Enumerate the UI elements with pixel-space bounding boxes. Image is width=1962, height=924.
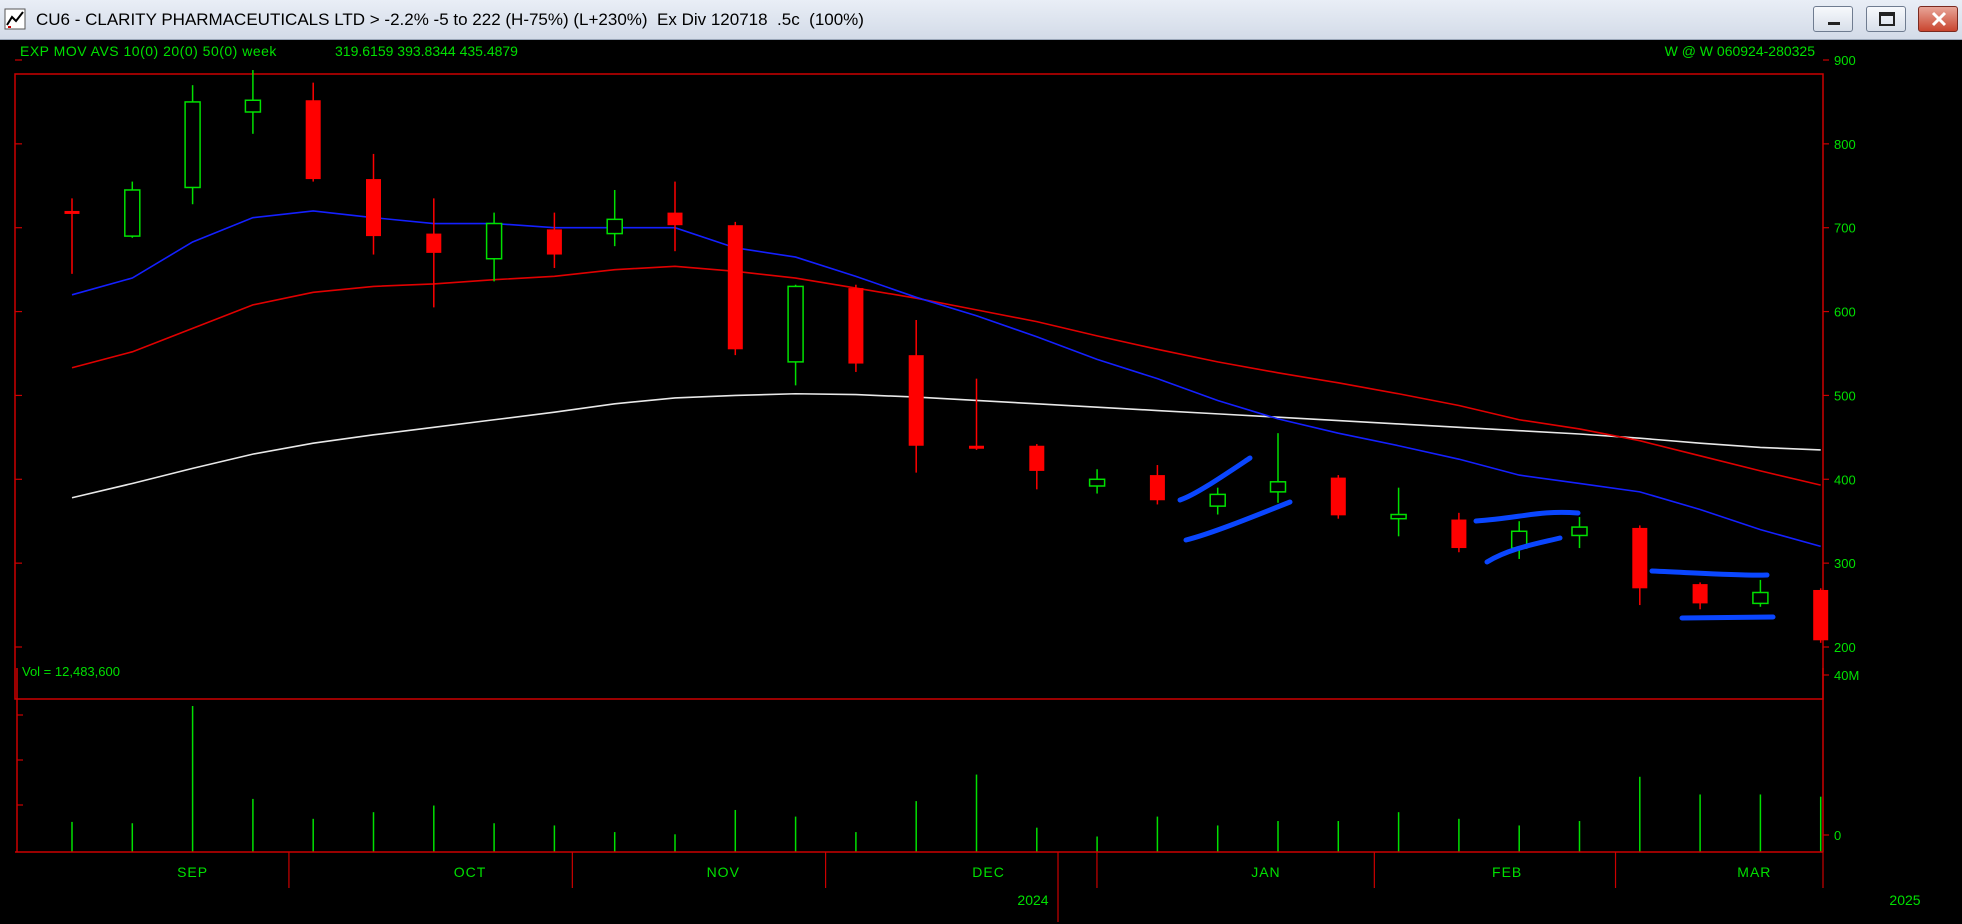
candle-body-down — [969, 445, 984, 449]
candle-body-down — [1451, 519, 1467, 549]
price-tick-label: 500 — [1834, 388, 1856, 403]
price-tick-label: 800 — [1834, 137, 1856, 152]
candle-body-down — [1692, 584, 1708, 604]
month-label: OCT — [454, 864, 487, 880]
month-label: DEC — [972, 864, 1005, 880]
candle-body-down — [727, 225, 743, 350]
minimize-button[interactable] — [1813, 6, 1853, 32]
trend-annotations — [1177, 455, 1776, 621]
app-chart-icon — [4, 8, 26, 30]
ema10-line — [71, 210, 1821, 548]
maximize-button[interactable] — [1866, 6, 1906, 32]
candlesticks — [64, 70, 1829, 643]
price-axis: 900 800 700 600 500 400 300 200 — [1823, 53, 1856, 655]
volume-tick-label: 0 — [1834, 828, 1841, 843]
candle-body-up — [787, 285, 804, 363]
volume-tick-label: 40M — [1834, 668, 1859, 683]
indicator-label: EXP MOV AVS 10(0) 20(0) 50(0) week — [20, 43, 277, 59]
month-label: SEP — [177, 864, 208, 880]
annotation-mar-upper — [1649, 568, 1770, 578]
price-tick-label: 400 — [1834, 472, 1856, 487]
maximize-icon — [1879, 12, 1895, 26]
candle-body-up — [1752, 591, 1769, 605]
candle-body-down — [1029, 445, 1045, 471]
window-titlebar: CU6 - CLARITY PHARMACEUTICALS LTD > -2.2… — [0, 0, 1962, 40]
candle-body-down — [366, 179, 381, 237]
close-button[interactable] — [1918, 6, 1958, 32]
price-tick-label: 200 — [1834, 640, 1856, 655]
price-tick-label: 900 — [1834, 53, 1856, 68]
candle-body-up — [1571, 526, 1588, 537]
price-tick-label: 700 — [1834, 221, 1856, 236]
volume-bars — [71, 705, 1822, 852]
ema20-line — [71, 265, 1821, 486]
candle-body-down — [1813, 589, 1829, 641]
candle-body-down — [667, 212, 683, 226]
candle-body-up — [244, 99, 262, 113]
candle-body-up — [485, 222, 503, 260]
candle-body-up — [606, 218, 623, 235]
candle-body-down — [426, 233, 442, 253]
price-tick-label: 300 — [1834, 556, 1856, 571]
month-label: JAN — [1251, 864, 1280, 880]
close-icon — [1931, 11, 1947, 27]
candle-body-down — [546, 229, 562, 255]
month-label: FEB — [1492, 864, 1522, 880]
candle-body-down — [1330, 477, 1346, 516]
candle-body-up — [124, 189, 141, 237]
date-range-label: W @ W 060924-280325 — [1665, 43, 1816, 59]
candle-body-down — [305, 100, 321, 180]
annotation-mar-lower — [1679, 614, 1776, 621]
candle-body-up — [1088, 478, 1106, 487]
annotation-feb-upper — [1473, 509, 1581, 524]
time-axis: SEP OCT NOV DEC JAN FEB MAR 2024 2025 — [177, 852, 1921, 922]
price-left-ticks — [15, 59, 22, 648]
volume-left-ticks — [17, 714, 23, 806]
minimize-icon — [1828, 22, 1840, 25]
year-label: 2025 — [1889, 892, 1920, 908]
stock-chart[interactable]: EXP MOV AVS 10(0) 20(0) 50(0) week 319.6… — [0, 40, 1962, 924]
month-label: MAR — [1737, 864, 1771, 880]
candle-body-down — [908, 355, 924, 446]
candle-body-up — [1269, 481, 1287, 493]
candle-body-down — [1149, 475, 1165, 501]
volume-label: Vol = 12,483,600 — [22, 664, 120, 679]
month-label: NOV — [707, 864, 740, 880]
ema50-line — [71, 392, 1821, 499]
indicator-values: 319.6159 393.8344 435.4879 — [335, 43, 518, 59]
year-label: 2024 — [1017, 892, 1048, 908]
candle-body-up — [1209, 493, 1226, 507]
annotation-jan-lower — [1183, 499, 1293, 543]
candle-body-up — [184, 101, 201, 189]
candle-body-up — [1390, 513, 1407, 520]
candle-body-down — [64, 210, 80, 214]
candle-body-down — [848, 288, 864, 364]
price-tick-label: 600 — [1834, 305, 1856, 320]
volume-axis: 40M 0 — [1823, 668, 1859, 843]
window-title: CU6 - CLARITY PHARMACEUTICALS LTD > -2.2… — [36, 10, 864, 29]
candle-body-down — [1632, 527, 1648, 589]
